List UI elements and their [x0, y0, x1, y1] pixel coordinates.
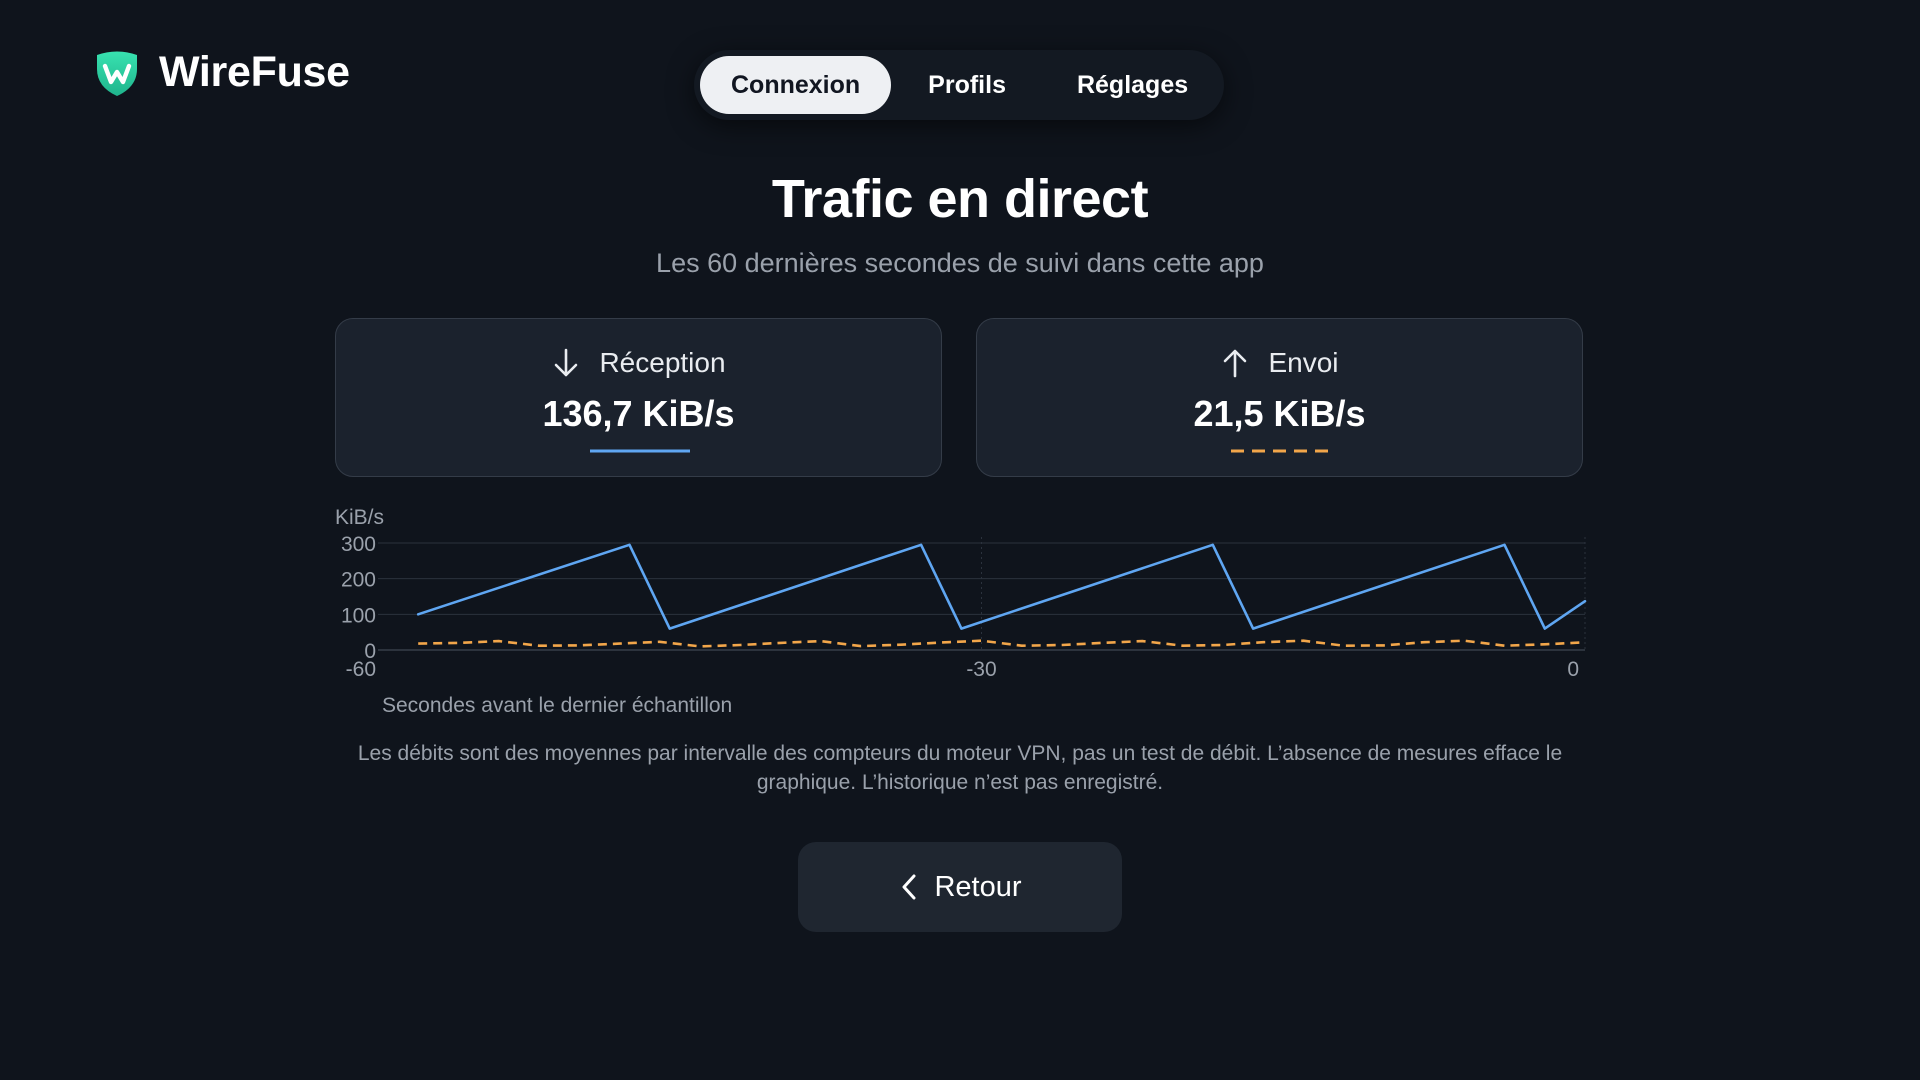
receive-legend-swatch — [590, 449, 690, 453]
main-nav: Connexion Profils Réglages — [694, 50, 1224, 120]
x-tick-label: 0 — [1567, 658, 1579, 681]
chart-series — [416, 543, 1587, 648]
back-label: Retour — [934, 870, 1022, 903]
traffic-chart: KiB/s 0100200300-60 -30 0 Secondes avant l… — [335, 506, 1587, 717]
page-subtitle: Les 60 dernières secondes de suivi dans … — [656, 248, 1264, 278]
x-axis-label: Secondes avant le dernier échantillon — [382, 694, 732, 717]
brand: WireFuse — [93, 48, 350, 97]
shield-w-logo-icon — [97, 51, 137, 96]
arrow-down-icon — [555, 348, 578, 377]
receive-rate: 136,7 KiB/s — [542, 393, 735, 434]
chevron-left-icon — [902, 874, 916, 900]
tab-reglages[interactable]: Réglages — [1046, 56, 1222, 114]
app-name: WireFuse — [159, 48, 350, 96]
receive-series-line — [416, 543, 1587, 630]
arrow-up-icon — [1224, 349, 1247, 378]
page-title: Trafic en direct — [771, 169, 1149, 229]
send-label: Envoi — [1268, 347, 1339, 378]
traffic-screen: WireFuse Connexion Profils Réglages Traf… — [0, 0, 1920, 1080]
send-card-header: Envoi — [977, 347, 1582, 379]
y-axis-label: KiB/s — [335, 506, 384, 529]
send-legend-swatch — [1231, 449, 1331, 453]
chart-ticks: 0100200300-60 -30 0 — [341, 533, 1579, 681]
x-tick-label: -30 — [966, 658, 996, 681]
back-button[interactable]: Retour — [798, 842, 1122, 932]
info-note: Les débits sont des moyennes par interva… — [357, 742, 1563, 794]
receive-label: Réception — [599, 347, 726, 378]
receive-card-header: Réception — [336, 347, 941, 379]
y-tick-label: 300 — [341, 533, 376, 556]
y-tick-label: 100 — [341, 604, 376, 627]
send-rate: 21,5 KiB/s — [1193, 393, 1366, 434]
chart-grid — [378, 537, 1586, 651]
send-series-line — [418, 639, 1586, 648]
y-tick-label: 200 — [341, 569, 376, 592]
x-tick-label: -60 — [346, 658, 376, 681]
tab-profils[interactable]: Profils — [897, 56, 1040, 114]
tab-connexion[interactable]: Connexion — [700, 56, 892, 114]
receive-card: Réception 136,7 KiB/s — [335, 318, 942, 477]
send-card: Envoi 21,5 KiB/s — [976, 318, 1583, 477]
